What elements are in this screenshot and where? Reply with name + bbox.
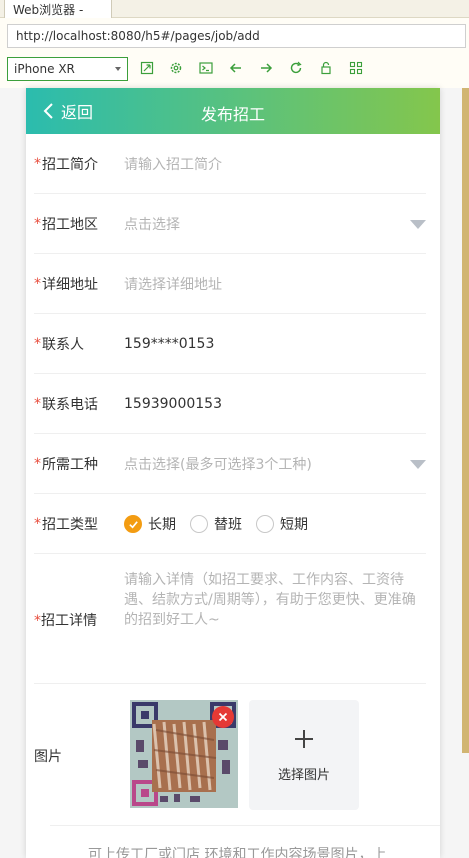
region-picker[interactable]: 点击选择 (124, 194, 426, 254)
radio-unchecked-icon (190, 515, 208, 533)
images-label: 图片 (34, 749, 62, 765)
required-star: * (34, 216, 41, 232)
back-icon[interactable] (228, 60, 244, 76)
radio-long-term[interactable]: 长期 (124, 514, 176, 534)
required-star: * (34, 613, 41, 629)
device-select[interactable]: iPhone XR (7, 57, 128, 81)
nav-bar: 返回 发布招工 (26, 88, 440, 134)
type-radio-group: 长期 替班 短期 (124, 494, 426, 554)
form-row-intro: * 招工简介 请输入招工简介 (34, 134, 426, 194)
type-label: * 招工类型 (34, 516, 98, 533)
triangle-down-icon (410, 220, 426, 229)
browser-tab[interactable]: Web浏览器 - (4, 0, 112, 18)
trades-picker[interactable]: 点击选择(最多可选择3个工种) (124, 434, 426, 494)
triangle-down-icon (410, 460, 426, 469)
window-edge (462, 88, 469, 753)
detail-label: *招工详情 (34, 613, 97, 629)
intro-label: * 招工简介 (34, 156, 98, 173)
phone-input[interactable]: 15939000153 (124, 374, 426, 434)
add-image-label: 选择图片 (277, 767, 330, 783)
lock-icon[interactable] (318, 60, 334, 76)
upload-hint: 可上传工厂或门店 环境和工作内容场景图片，上 (88, 847, 387, 858)
form-row-trades[interactable]: * 所需工种 点击选择(最多可选择3个工种) (34, 434, 426, 494)
chevron-down-icon (115, 67, 121, 71)
qrcode-icon[interactable] (348, 60, 364, 76)
radio-label: 短期 (280, 517, 308, 533)
settings-icon[interactable] (168, 60, 184, 76)
required-star: * (34, 396, 41, 412)
required-star: * (34, 456, 41, 472)
page-title: 发布招工 (200, 105, 265, 124)
required-star: * (34, 276, 41, 292)
url-bar[interactable]: http://localhost:8080/h5#/pages/job/add (7, 24, 466, 48)
form-row-detail: *招工详情 请输入详情（如招工要求、工作内容、工资待遇、结款方式/周期等），有助… (34, 554, 426, 684)
detail-textarea[interactable]: 请输入详情（如招工要求、工作内容、工资待遇、结款方式/周期等），有助于您更快、更… (124, 570, 424, 630)
refresh-icon[interactable] (288, 60, 304, 76)
form-row-contact: * 联系人 159****0153 (34, 314, 426, 374)
remove-image-button[interactable] (212, 706, 234, 728)
required-star: * (34, 516, 41, 532)
form-row-address: * 详细地址 请选择详细地址 (34, 254, 426, 314)
phone-label: * 联系电话 (34, 396, 98, 413)
divider (50, 825, 440, 826)
browser-toolbar: http://localhost:8080/h5#/pages/job/add … (0, 18, 469, 88)
address-label: * 详细地址 (34, 276, 98, 293)
form-row-type: * 招工类型 长期 替班 短期 (34, 494, 426, 554)
contact-input[interactable]: 159****0153 (124, 314, 426, 374)
contact-label: * 联系人 (34, 336, 84, 353)
radio-short-term[interactable]: 短期 (256, 514, 308, 534)
browser-tabbar: Web浏览器 - (0, 0, 469, 18)
region-label: * 招工地区 (34, 216, 98, 233)
required-star: * (34, 336, 41, 352)
required-star: * (34, 156, 41, 172)
plus-icon (293, 728, 315, 754)
form-row-region[interactable]: * 招工地区 点击选择 (34, 194, 426, 254)
forward-icon[interactable] (258, 60, 274, 76)
add-image-button[interactable]: 选择图片 (249, 700, 359, 810)
radio-substitute[interactable]: 替班 (190, 514, 242, 534)
radio-label: 长期 (148, 517, 176, 533)
console-icon[interactable] (198, 60, 214, 76)
close-icon (218, 712, 228, 722)
radio-unchecked-icon (256, 515, 274, 533)
intro-input[interactable]: 请输入招工简介 (124, 134, 426, 194)
device-select-value: iPhone XR (14, 62, 75, 76)
radio-label: 替班 (214, 517, 242, 533)
radio-checked-icon (124, 515, 142, 533)
phone-viewport: 返回 发布招工 * 招工简介 请输入招工简介 * 招工地区 点击选择 * 详细地址 请… (26, 88, 440, 858)
rotate-icon[interactable] (139, 60, 155, 76)
trades-label: * 所需工种 (34, 456, 98, 473)
address-input[interactable]: 请选择详细地址 (124, 254, 426, 314)
form-row-phone: * 联系电话 15939000153 (34, 374, 426, 434)
